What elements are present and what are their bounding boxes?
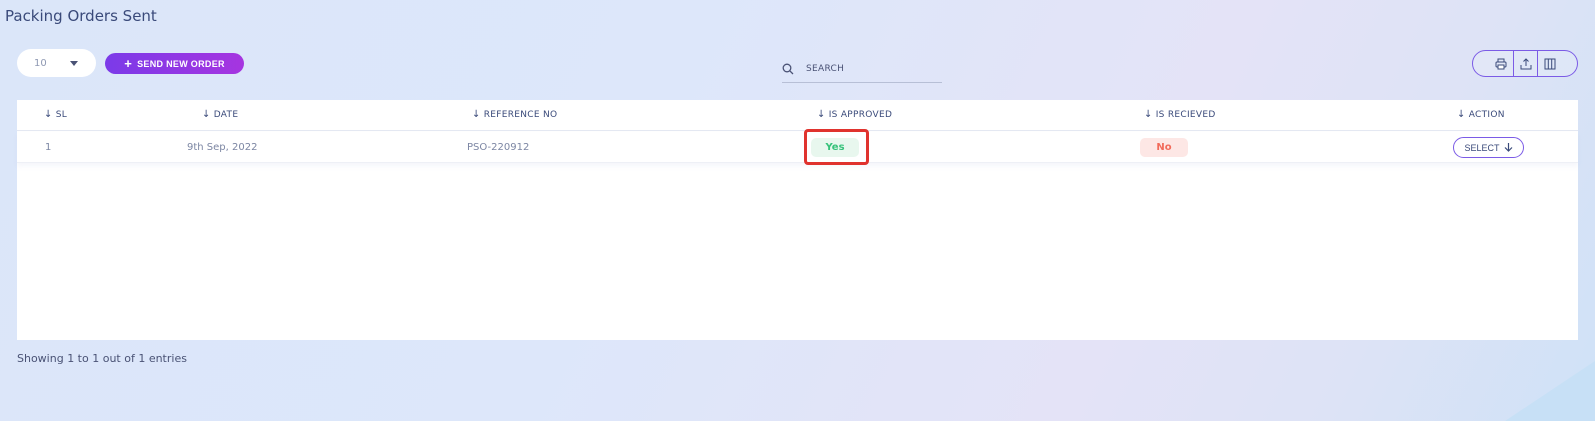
- send-new-order-button[interactable]: + SEND NEW ORDER: [105, 53, 244, 74]
- column-label: REFERENCE NO: [483, 109, 558, 120]
- sort-arrow-icon: ↓: [202, 109, 211, 120]
- select-label: SELECT: [1464, 142, 1500, 153]
- pagination-info: Showing 1 to 1 out of 1 entries: [17, 352, 187, 365]
- plus-icon: +: [124, 56, 133, 71]
- sort-arrow-icon: ↓: [1457, 109, 1466, 120]
- table-tools: [1472, 50, 1578, 77]
- table-header: ↓ SL ↓ DATE ↓ REFERENCE NO ↓ IS APPROVED…: [17, 100, 1578, 131]
- select-action-button[interactable]: SELECT: [1453, 137, 1524, 158]
- page-title: Packing Orders Sent: [5, 7, 157, 25]
- highlight-box: [804, 129, 869, 165]
- column-label: IS APPROVED: [828, 109, 893, 120]
- columns-icon[interactable]: [1537, 51, 1561, 76]
- column-label: ACTION: [1468, 109, 1505, 120]
- column-header-action[interactable]: ↓ ACTION: [1457, 109, 1505, 120]
- column-header-received[interactable]: ↓ IS RECIEVED: [1144, 109, 1216, 120]
- send-new-order-label: SEND NEW ORDER: [137, 58, 225, 69]
- sort-arrow-icon: ↓: [44, 109, 53, 120]
- decorative-corner: [1505, 361, 1595, 421]
- column-header-approved[interactable]: ↓ IS APPROVED: [817, 109, 892, 120]
- column-header-reference[interactable]: ↓ REFERENCE NO: [472, 109, 557, 120]
- page-size-value: 10: [34, 57, 47, 69]
- cell-date: 9th Sep, 2022: [187, 142, 258, 153]
- column-label: IS RECIEVED: [1155, 109, 1216, 120]
- column-header-sl[interactable]: ↓ SL: [44, 109, 67, 120]
- sort-arrow-icon: ↓: [1144, 109, 1153, 120]
- search-box: [782, 56, 942, 83]
- chevron-down-icon: [70, 60, 78, 66]
- arrow-down-icon: [1504, 142, 1513, 154]
- sort-arrow-icon: ↓: [817, 109, 826, 120]
- search-input[interactable]: [806, 64, 926, 74]
- column-header-date[interactable]: ↓ DATE: [202, 109, 238, 120]
- column-label: DATE: [213, 109, 239, 120]
- search-icon: [782, 60, 794, 79]
- table-row: 1 9th Sep, 2022 PSO-220912 Yes No SELECT: [17, 129, 1578, 165]
- received-badge: No: [1140, 138, 1188, 157]
- print-icon[interactable]: [1489, 51, 1513, 76]
- cell-reference: PSO-220912: [467, 142, 530, 153]
- orders-table: ↓ SL ↓ DATE ↓ REFERENCE NO ↓ IS APPROVED…: [17, 100, 1578, 340]
- cell-sl: 1: [45, 142, 52, 153]
- sort-arrow-icon: ↓: [472, 109, 481, 120]
- export-icon[interactable]: [1513, 51, 1537, 76]
- page-size-select[interactable]: 10: [17, 49, 96, 77]
- column-label: SL: [55, 109, 68, 120]
